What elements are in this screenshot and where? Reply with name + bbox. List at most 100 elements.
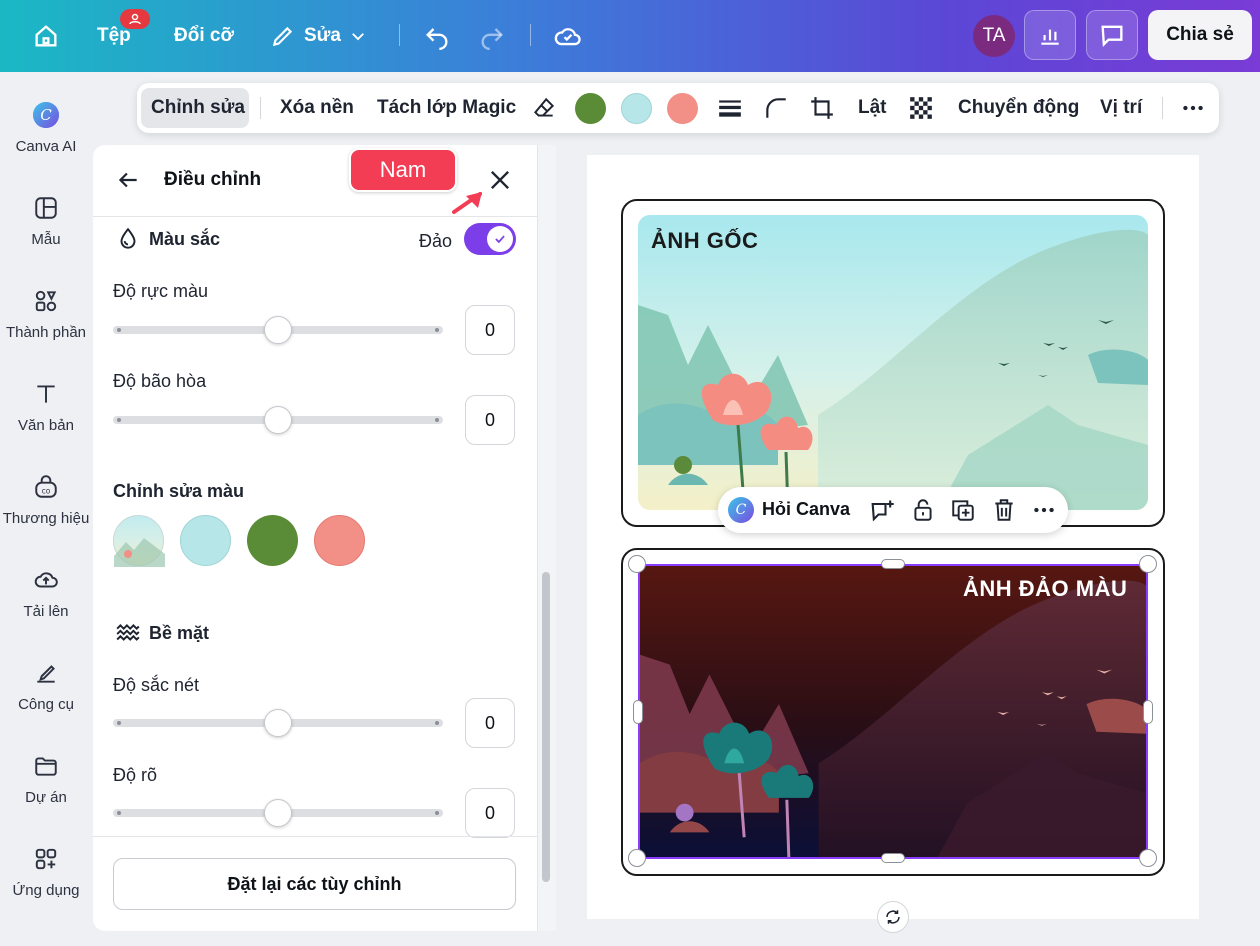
undo-button[interactable] — [423, 20, 451, 52]
corner-radius-icon — [766, 98, 786, 118]
add-comment-button[interactable] — [868, 497, 896, 530]
crop-icon — [811, 97, 833, 119]
edit-mode-dropdown[interactable]: Sửa — [270, 20, 367, 52]
slider-dot — [435, 811, 439, 815]
inverted-image[interactable] — [638, 564, 1148, 859]
edit-color-coral[interactable] — [314, 515, 365, 566]
resize-handle-bottom[interactable] — [881, 853, 905, 863]
left-rail: C Canva AI Mẫu Thành phần Văn bản co Thư… — [0, 72, 92, 946]
rail-item-elements[interactable]: Thành phần — [0, 286, 92, 366]
rotate-button[interactable] — [877, 901, 909, 933]
crop-button[interactable] — [809, 83, 835, 133]
border-style-button[interactable] — [717, 83, 743, 133]
position-button[interactable]: Vị trí — [1100, 83, 1142, 133]
eraser-button[interactable] — [531, 83, 557, 133]
eraser-icon — [534, 97, 555, 117]
elements-icon — [31, 286, 61, 316]
clarity-slider-thumb[interactable] — [264, 799, 292, 827]
arrow-left-icon — [118, 172, 137, 188]
svg-text:co: co — [42, 487, 51, 496]
insights-button[interactable] — [1024, 10, 1076, 60]
bg-remove-button[interactable]: Xóa nền — [280, 83, 354, 133]
home-button[interactable] — [32, 20, 60, 52]
resize-menu[interactable]: Đổi cỡ — [174, 20, 234, 52]
animate-button[interactable]: Chuyển động — [958, 83, 1079, 133]
flip-button[interactable]: Lật — [858, 83, 887, 133]
redo-button[interactable] — [478, 20, 506, 52]
more-options-button[interactable] — [1031, 497, 1057, 528]
reset-adjustments-button[interactable]: Đặt lại các tùy chỉnh — [113, 858, 516, 910]
annotation-badge: Nam — [349, 148, 457, 192]
color-swatch-green[interactable] — [575, 93, 606, 124]
rail-item-apps[interactable]: Ứng dụng — [0, 844, 92, 924]
comments-button[interactable] — [1086, 10, 1138, 60]
trash-icon — [995, 499, 1013, 521]
invert-label: Đảo — [419, 231, 453, 251]
rail-item-canva-ai[interactable]: C Canva AI — [0, 100, 92, 180]
annotation-arrow-icon — [452, 192, 482, 214]
resize-handle-right[interactable] — [1143, 700, 1153, 724]
resize-handle-top-left[interactable] — [628, 555, 646, 573]
toggle-knob — [487, 226, 513, 252]
separator — [530, 24, 531, 46]
color-section-title: Màu sắc — [149, 229, 221, 249]
ask-canva-button[interactable]: Hỏi Canva — [762, 499, 850, 520]
resize-handle-top[interactable] — [881, 559, 905, 569]
lock-button[interactable] — [910, 497, 936, 528]
apps-icon — [31, 844, 61, 874]
transparency-button[interactable] — [908, 83, 934, 133]
comment-plus-icon — [871, 500, 894, 522]
close-panel-button[interactable] — [486, 166, 514, 199]
invert-toggle[interactable] — [464, 223, 516, 255]
sharpness-value-input[interactable]: 0 — [465, 698, 515, 748]
avatar[interactable]: TA — [973, 15, 1015, 57]
rail-item-tools[interactable]: Công cụ — [0, 658, 92, 738]
resize-handle-bottom-left[interactable] — [628, 849, 646, 867]
tab-edit[interactable]: Chỉnh sửa — [151, 83, 245, 133]
color-swatch-coral[interactable] — [667, 93, 698, 124]
corner-rounding-button[interactable] — [763, 83, 789, 133]
check-icon — [495, 235, 505, 244]
image-thumbnail-swatch[interactable] — [113, 515, 165, 567]
duplicate-button[interactable] — [950, 497, 976, 528]
edit-colors-title: Chỉnh sửa màu — [113, 481, 245, 501]
cloud-check-icon — [554, 28, 581, 46]
resize-handle-top-right[interactable] — [1139, 555, 1157, 573]
slider-dot — [435, 418, 439, 422]
resize-handle-bottom-right[interactable] — [1139, 849, 1157, 867]
text-icon — [31, 379, 61, 409]
panel-scrollbar[interactable] — [542, 572, 550, 882]
landscape-inverted-illustration — [640, 566, 1146, 857]
rotate-icon — [886, 910, 900, 924]
chevron-down-icon — [352, 33, 364, 41]
clarity-value-input[interactable]: 0 — [465, 788, 515, 838]
cloud-save-button[interactable] — [553, 20, 583, 52]
landscape-original-illustration — [638, 215, 1148, 510]
rail-item-text[interactable]: Văn bản — [0, 379, 92, 459]
saturation-slider-thumb[interactable] — [264, 406, 292, 434]
share-button[interactable]: Chia sẻ — [1148, 10, 1252, 60]
surface-section-title: Bề mặt — [149, 623, 210, 643]
clarity-label: Độ rõ — [113, 765, 158, 785]
vibrance-value-input[interactable]: 0 — [465, 305, 515, 355]
rail-item-templates[interactable]: Mẫu — [0, 193, 92, 273]
back-button[interactable] — [115, 167, 141, 198]
more-options-button[interactable] — [1180, 83, 1206, 133]
color-swatch-aqua[interactable] — [621, 93, 652, 124]
panel-divider — [93, 836, 537, 837]
delete-button[interactable] — [991, 497, 1017, 528]
sharpness-slider-thumb[interactable] — [264, 709, 292, 737]
original-image[interactable] — [638, 215, 1148, 510]
edit-color-aqua[interactable] — [180, 515, 231, 566]
saturation-value-input[interactable]: 0 — [465, 395, 515, 445]
edit-color-green[interactable] — [247, 515, 298, 566]
rail-item-brand[interactable]: co Thương hiệu — [0, 472, 92, 552]
resize-handle-left[interactable] — [633, 700, 643, 724]
rail-item-projects[interactable]: Dự án — [0, 751, 92, 831]
more-horizontal-icon — [1183, 105, 1203, 111]
vibrance-slider-thumb[interactable] — [264, 316, 292, 344]
separator — [399, 24, 400, 46]
rail-item-upload[interactable]: Tải lên — [0, 565, 92, 645]
top-bar: Tệp Đổi cỡ Sửa TA Chia sẻ — [0, 0, 1260, 72]
magic-layer-button[interactable]: Tách lớp Magic — [377, 83, 516, 133]
